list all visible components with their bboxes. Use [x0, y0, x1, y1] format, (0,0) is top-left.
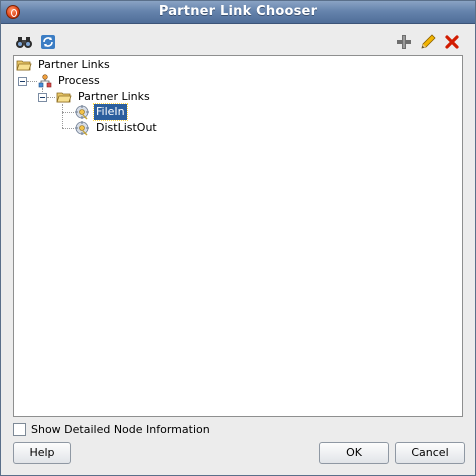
process-icon [38, 74, 52, 88]
binoculars-icon [16, 37, 32, 48]
add-icon [397, 35, 411, 49]
window-title: Partner Link Chooser [158, 4, 318, 19]
partner-link-icon [75, 121, 89, 136]
refresh-button[interactable] [39, 33, 57, 51]
tree-connector [62, 128, 74, 129]
tree-connector [62, 104, 63, 128]
add-button[interactable] [395, 33, 413, 51]
refresh-icon [41, 35, 55, 49]
edit-button[interactable] [419, 33, 437, 51]
ok-button[interactable]: OK [319, 442, 389, 464]
show-detail-label: Show Detailed Node Information [31, 423, 210, 436]
partner-link-chooser-dialog: Partner Link Chooser Partner Links Proce… [0, 0, 476, 476]
tree-label: Partner Links [78, 90, 150, 103]
delete-icon [445, 35, 459, 49]
tree-label: DistListOut [96, 121, 157, 134]
title-bar: Partner Link Chooser [1, 1, 475, 24]
tree-connector [47, 97, 55, 98]
tree-node-partner-links-root[interactable]: Partner Links [16, 57, 216, 73]
find-button[interactable] [15, 33, 33, 51]
help-button[interactable]: Help [13, 442, 71, 464]
show-detail-checkbox[interactable] [13, 423, 26, 436]
tree-node-distlistout[interactable]: DistListOut [74, 120, 274, 136]
tree-node-process[interactable]: Process [38, 73, 238, 89]
delete-button[interactable] [443, 33, 461, 51]
folder-open-icon [16, 60, 32, 71]
folder-open-icon [56, 92, 72, 103]
tree-node-partner-links[interactable]: Partner Links [56, 89, 256, 105]
tree-connector [62, 112, 74, 113]
edit-icon [421, 34, 436, 49]
collapse-toggle[interactable] [18, 77, 27, 86]
tree-connector [27, 81, 37, 82]
partner-link-icon [75, 105, 89, 120]
tree-label-selected: FileIn [93, 103, 128, 121]
tree-label: Partner Links [38, 58, 110, 71]
tree-node-filein[interactable]: FileIn [74, 103, 274, 121]
collapse-toggle[interactable] [38, 93, 47, 102]
partner-link-tree[interactable]: Partner Links Process Partner Links File… [13, 55, 463, 417]
cancel-button[interactable]: Cancel [395, 442, 465, 464]
tree-label: Process [58, 74, 100, 87]
